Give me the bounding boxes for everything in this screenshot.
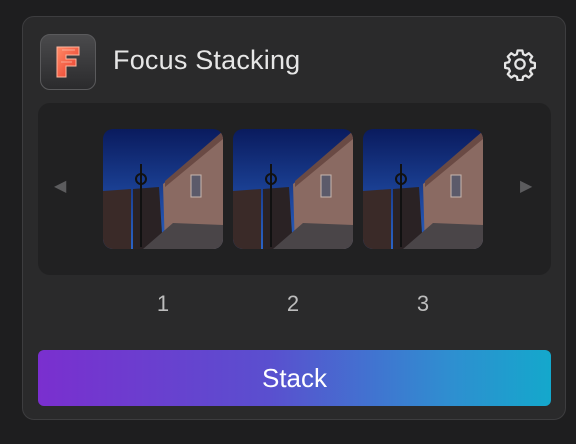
image-carousel: ◀ ▶ bbox=[38, 103, 551, 275]
logo-letter-f-icon bbox=[56, 46, 80, 78]
photo-thumbnail bbox=[233, 129, 353, 249]
stack-button[interactable]: Stack bbox=[38, 350, 551, 406]
chevron-left-icon[interactable]: ◀ bbox=[54, 177, 66, 197]
app-title: Focus Stacking bbox=[113, 45, 301, 75]
app-logo-icon bbox=[40, 34, 96, 90]
image-thumbnail-3[interactable] bbox=[363, 129, 483, 249]
image-index-label-3: 3 bbox=[416, 291, 430, 316]
image-index-label-1: 1 bbox=[156, 291, 170, 316]
image-thumbnail-2[interactable] bbox=[233, 129, 353, 249]
photo-thumbnail bbox=[103, 129, 223, 249]
image-thumbnail-1[interactable] bbox=[103, 129, 223, 249]
chevron-right-icon[interactable]: ▶ bbox=[520, 177, 532, 197]
settings-gear-icon[interactable] bbox=[503, 47, 537, 82]
focus-stacking-panel: Focus Stacking ◀ ▶ 1 2 3 Stack bbox=[22, 16, 566, 420]
image-index-label-2: 2 bbox=[286, 291, 300, 316]
photo-thumbnail bbox=[363, 129, 483, 249]
